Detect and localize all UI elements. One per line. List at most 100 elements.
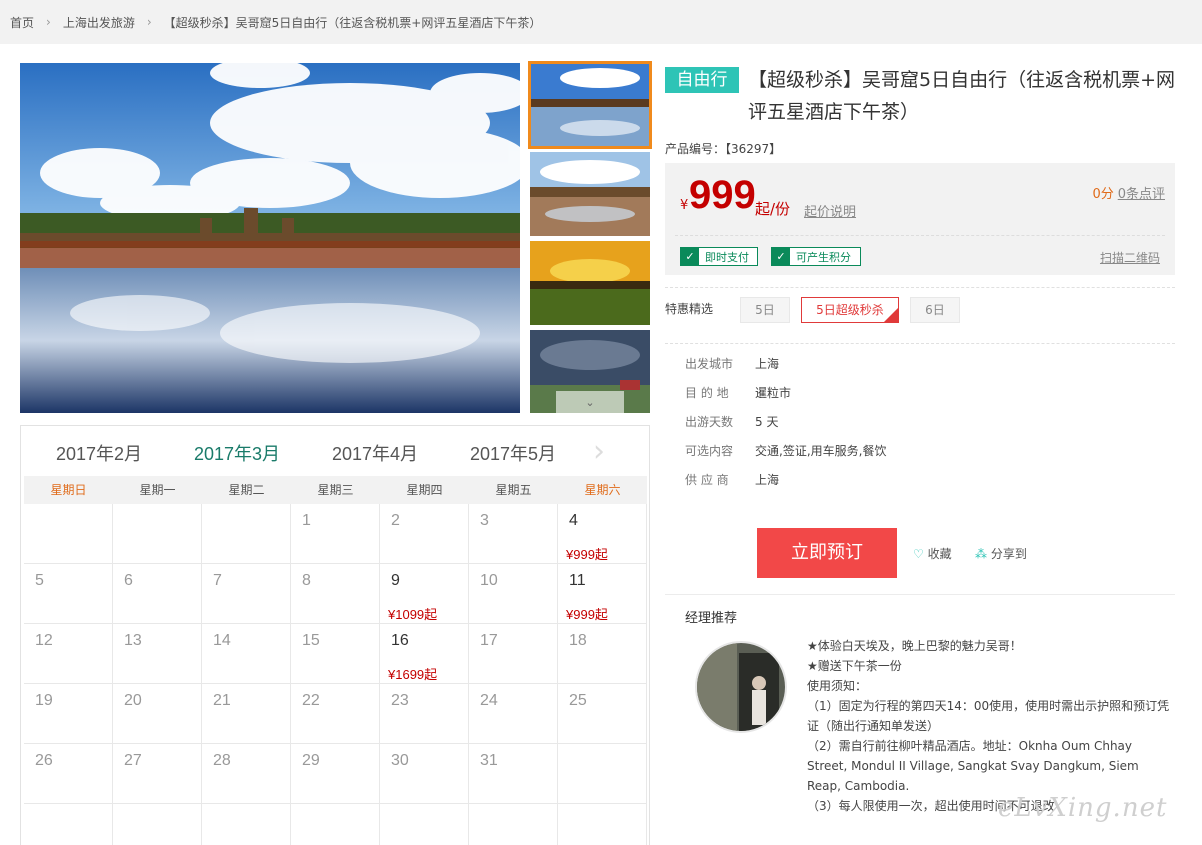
info-key: 目 的 地 — [685, 386, 729, 400]
month-tab-active[interactable]: 2017年3月 — [194, 440, 280, 466]
calendar-day[interactable]: 11 ¥999起 — [558, 564, 647, 624]
reviews-link[interactable]: 0条点评 — [1118, 187, 1165, 202]
option-5-day[interactable]: 5日 — [740, 297, 790, 323]
chevron-down-icon[interactable]: ⌄ — [556, 391, 624, 413]
info-value: 暹粒市 — [755, 386, 792, 400]
day-number: 6 — [124, 572, 133, 589]
calendar-day: 26 — [24, 744, 113, 804]
day-number: 26 — [35, 752, 53, 769]
calendar-empty-cell — [469, 804, 558, 845]
day-price: ¥1699起 — [388, 667, 438, 682]
manager-recommend-title: 经理推荐 — [685, 611, 738, 626]
calendar-day: 15 — [291, 624, 380, 684]
calendar-day: 14 — [202, 624, 291, 684]
price-explain-link[interactable]: 起价说明 — [804, 201, 856, 220]
calendar-week: 1 2 3 4 ¥999起 — [24, 504, 647, 564]
calendar-day: 21 — [202, 684, 291, 744]
product-title: 【超级秒杀】吴哥窟5日自由行（往返含税机票+网评五星酒店下午茶） — [748, 64, 1178, 128]
day-number: 4 — [569, 512, 578, 529]
day-number: 14 — [213, 632, 231, 649]
calendar-empty-cell — [24, 804, 113, 845]
calendar-day: 5 — [24, 564, 113, 624]
price-unit: 起/份 — [755, 200, 791, 218]
option-6-day[interactable]: 6日 — [910, 297, 960, 323]
calendar-empty-cell — [558, 744, 647, 804]
day-number: 9 — [391, 572, 400, 589]
check-icon: ✓ — [681, 248, 699, 265]
calendar-week: 12 13 14 15 16 ¥1699起 17 18 — [24, 624, 647, 684]
breadcrumb-current: 【超级秒杀】吴哥窟5日自由行（往返含税机票+网评五星酒店下午茶） — [163, 15, 542, 30]
calendar-day: 24 — [469, 684, 558, 744]
recommend-line: （1）固定为行程的第四天14：00使用，使用时需出示护照和预订凭证（随出行通知单… — [807, 699, 1170, 733]
main-photo — [20, 63, 520, 413]
calendar-day: 25 — [558, 684, 647, 744]
breadcrumb-home[interactable]: 首页 — [10, 14, 34, 31]
qr-code-link[interactable]: 扫描二维码 — [1100, 249, 1160, 266]
info-value: 上海 — [755, 473, 780, 487]
calendar-day: 7 — [202, 564, 291, 624]
day-price: ¥999起 — [566, 547, 608, 562]
thumbnail-1[interactable] — [528, 61, 652, 149]
price-currency: ¥ — [680, 198, 689, 213]
day-number: 16 — [391, 632, 409, 649]
chevron-right-icon: › — [146, 15, 152, 29]
option-5-day-flash-sale[interactable]: 5日超级秒杀 ✓ — [801, 297, 899, 323]
info-key: 出游天数 — [685, 415, 734, 429]
calendar-empty-cell — [202, 804, 291, 845]
calendar-week — [24, 804, 647, 845]
thumbnail-2[interactable] — [530, 152, 650, 236]
price-value: 999 — [689, 173, 756, 217]
day-number: 27 — [124, 752, 142, 769]
price-calendar: 2017年2月 2017年3月 2017年4月 2017年5月 › 星期日 星期… — [20, 425, 650, 845]
calendar-day[interactable]: 16 ¥1699起 — [380, 624, 469, 684]
day-number: 23 — [391, 692, 409, 709]
favorite-button[interactable]: ♡ 收藏 — [913, 545, 952, 562]
share-icon: ⁂ — [975, 547, 987, 561]
check-icon: ✓ — [772, 248, 790, 265]
info-key: 可选内容 — [685, 444, 734, 458]
day-number: 8 — [302, 572, 311, 589]
check-icon: ✓ — [889, 306, 897, 316]
calendar-day: 23 — [380, 684, 469, 744]
day-number: 5 — [35, 572, 44, 589]
recommend-line: ★赠送下午茶一份 — [807, 659, 902, 673]
option-label: 5日超级秒杀 — [816, 303, 884, 317]
share-button[interactable]: ⁂ 分享到 — [975, 545, 1027, 562]
calendar-day: 29 — [291, 744, 380, 804]
day-price: ¥999起 — [566, 607, 608, 622]
calendar-day[interactable]: 4 ¥999起 — [558, 504, 647, 564]
calendar-empty-cell — [113, 504, 202, 564]
calendar-day: 22 — [291, 684, 380, 744]
calendar-day[interactable]: 9 ¥1099起 — [380, 564, 469, 624]
calendar-week: 5 6 7 8 9 ¥1099起 10 11 ¥999起 — [24, 564, 647, 624]
month-tab[interactable]: 2017年5月 — [470, 440, 556, 466]
weekday-label: 星期一 — [139, 483, 176, 497]
day-number: 13 — [124, 632, 142, 649]
product-type-badge: 自由行 — [665, 67, 739, 93]
thumbnail-3[interactable] — [530, 241, 650, 325]
day-number: 31 — [480, 752, 498, 769]
options-label: 特惠精选 — [665, 302, 714, 316]
calendar-day: 6 — [113, 564, 202, 624]
thumbnail-strip: ⌄ — [528, 61, 652, 413]
day-number: 12 — [35, 632, 53, 649]
breadcrumb-category[interactable]: 上海出发旅游 — [63, 14, 135, 31]
calendar-week: 19 20 21 22 23 24 25 — [24, 684, 647, 744]
calendar-day: 17 — [469, 624, 558, 684]
day-number: 18 — [569, 632, 587, 649]
score-value: 0分 — [1092, 187, 1114, 202]
calendar-day: 27 — [113, 744, 202, 804]
month-tabs: 2017年2月 2017年3月 2017年4月 2017年5月 › — [21, 426, 649, 476]
points-badge: ✓ 可产生积分 — [771, 247, 861, 266]
calendar-day: 12 — [24, 624, 113, 684]
month-tab[interactable]: 2017年2月 — [56, 440, 142, 466]
heart-icon: ♡ — [913, 547, 924, 561]
book-now-button[interactable]: 立即预订 — [757, 528, 897, 578]
calendar-day: 31 — [469, 744, 558, 804]
weekday-label: 星期二 — [228, 483, 265, 497]
month-tab[interactable]: 2017年4月 — [332, 440, 418, 466]
calendar-day: 20 — [113, 684, 202, 744]
chevron-right-icon[interactable]: › — [593, 434, 605, 469]
price-box: ¥ 999 起/份 起价说明 0分 0条点评 ✓ 即时支付 ✓ 可产生积分 扫描二维码 — [665, 163, 1175, 275]
recommend-line: （2）需自行前往柳叶精品酒店。地址：Oknha Oum Chhay Street… — [807, 739, 1139, 793]
